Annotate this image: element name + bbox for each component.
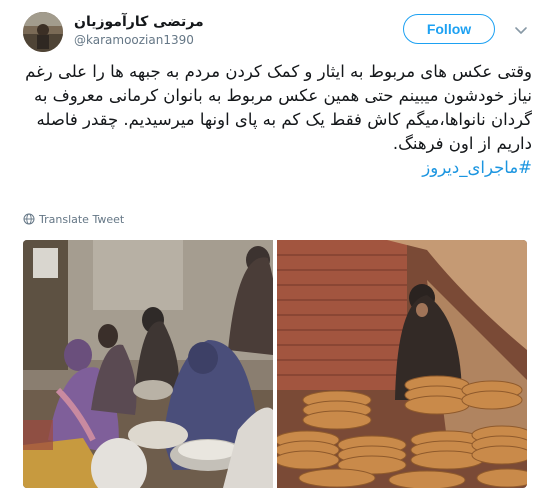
translate-tweet-link[interactable]: Translate Tweet (23, 213, 124, 226)
follow-button[interactable]: Follow (403, 14, 495, 44)
photo-women-baking-image (23, 240, 277, 488)
tweet-media (23, 240, 527, 488)
display-name[interactable]: مرتضی کارآموزیان (74, 13, 294, 31)
photo-women-baking[interactable] (23, 240, 277, 488)
user-handle[interactable]: @karamoozian1390 (74, 32, 294, 48)
author-names: مرتضی کارآموزیان @karamoozian1390 (74, 13, 294, 48)
avatar-image (23, 12, 63, 52)
translate-label: Translate Tweet (39, 213, 125, 226)
hashtag-link[interactable]: #ماجرای_دیروز (422, 158, 532, 177)
chevron-down-icon[interactable] (513, 22, 529, 38)
tweet-text: وقتی عکس های مربوط به ایثار و کمک کردن م… (20, 60, 532, 180)
photo-bread-stacks[interactable] (274, 240, 527, 488)
photo-bread-stacks-image (274, 240, 527, 488)
avatar[interactable] (23, 12, 63, 52)
globe-icon (23, 213, 35, 225)
tweet-body: وقتی عکس های مربوط به ایثار و کمک کردن م… (25, 62, 532, 153)
tweet-header: مرتضی کارآموزیان @karamoozian1390 Follow (0, 0, 550, 60)
